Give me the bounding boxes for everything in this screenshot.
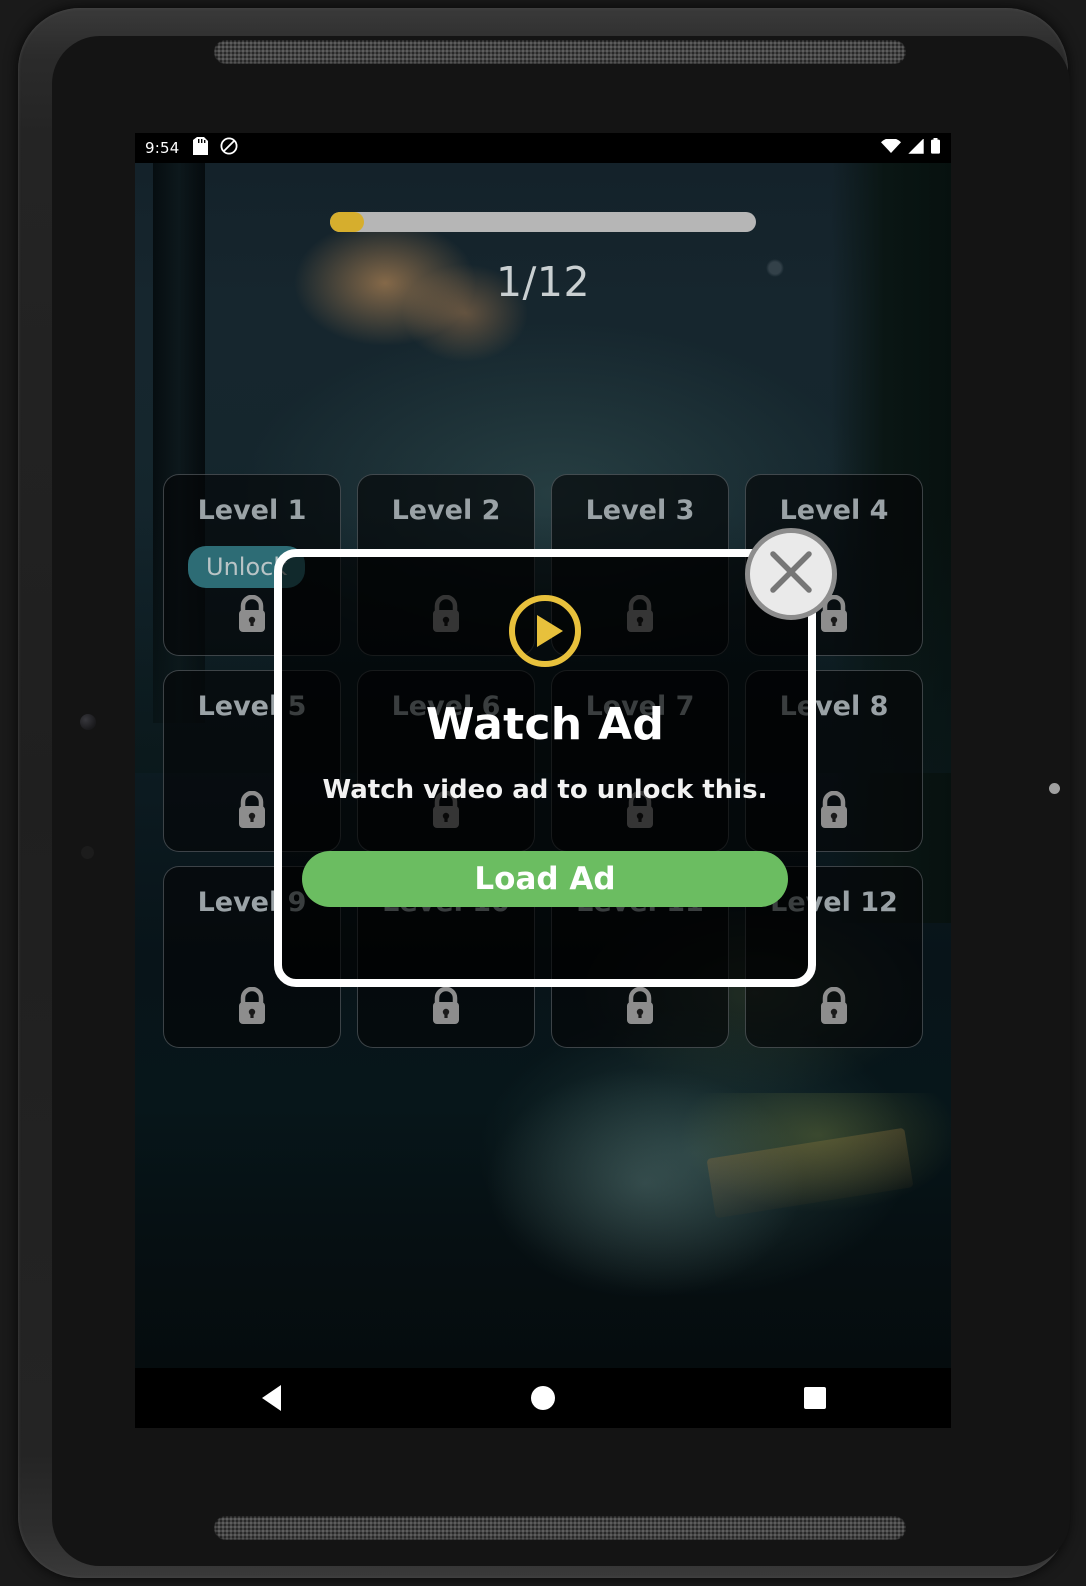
progress-fill bbox=[330, 212, 365, 232]
level-title: Level 1 bbox=[197, 495, 307, 526]
android-nav-bar bbox=[135, 1368, 951, 1428]
front-camera-icon bbox=[80, 714, 96, 730]
lock-icon bbox=[235, 594, 269, 637]
do-not-disturb-icon bbox=[220, 137, 238, 159]
close-button[interactable] bbox=[745, 528, 837, 620]
background-cliff bbox=[621, 1093, 951, 1303]
home-icon bbox=[531, 1386, 555, 1410]
nav-back-button[interactable] bbox=[236, 1368, 306, 1428]
speaker-grille-top bbox=[214, 40, 906, 64]
play-circle-icon bbox=[506, 592, 584, 674]
lock-icon bbox=[235, 790, 269, 833]
dialog-title: Watch Ad bbox=[425, 699, 665, 750]
watch-ad-dialog: Watch Ad Watch video ad to unlock this. … bbox=[274, 549, 816, 987]
lock-icon bbox=[429, 986, 463, 1029]
wifi-icon bbox=[881, 137, 901, 158]
back-icon bbox=[261, 1385, 281, 1411]
recents-icon bbox=[804, 1387, 826, 1409]
cell-signal-icon bbox=[907, 137, 924, 158]
device-screen: 9:54 1/12 Level 1 Unlock Level 2 Level 3… bbox=[135, 133, 951, 1428]
level-title: Level 2 bbox=[391, 495, 501, 526]
lock-icon bbox=[817, 986, 851, 1029]
battery-icon bbox=[930, 138, 941, 158]
progress-label: 1/12 bbox=[495, 258, 591, 306]
dialog-subtitle: Watch video ad to unlock this. bbox=[322, 775, 768, 805]
level-title: Level 4 bbox=[779, 495, 889, 526]
nav-home-button[interactable] bbox=[508, 1368, 578, 1428]
close-icon bbox=[764, 545, 818, 603]
proximity-sensor-icon bbox=[81, 846, 94, 859]
lock-icon bbox=[623, 986, 657, 1029]
status-right-icons bbox=[881, 137, 941, 158]
progress-track bbox=[330, 212, 756, 232]
status-bar: 9:54 bbox=[135, 133, 951, 163]
level-progress-bar bbox=[330, 212, 756, 232]
sd-card-icon bbox=[193, 137, 209, 159]
status-left-icons bbox=[193, 137, 238, 159]
lock-icon bbox=[235, 986, 269, 1029]
speaker-grille-bottom bbox=[214, 1516, 906, 1540]
status-clock: 9:54 bbox=[145, 139, 180, 157]
notification-led-icon bbox=[1049, 783, 1060, 794]
load-ad-button[interactable]: Load Ad bbox=[302, 851, 788, 907]
lock-icon bbox=[817, 790, 851, 833]
level-title: Level 3 bbox=[585, 495, 695, 526]
nav-recents-button[interactable] bbox=[780, 1368, 850, 1428]
